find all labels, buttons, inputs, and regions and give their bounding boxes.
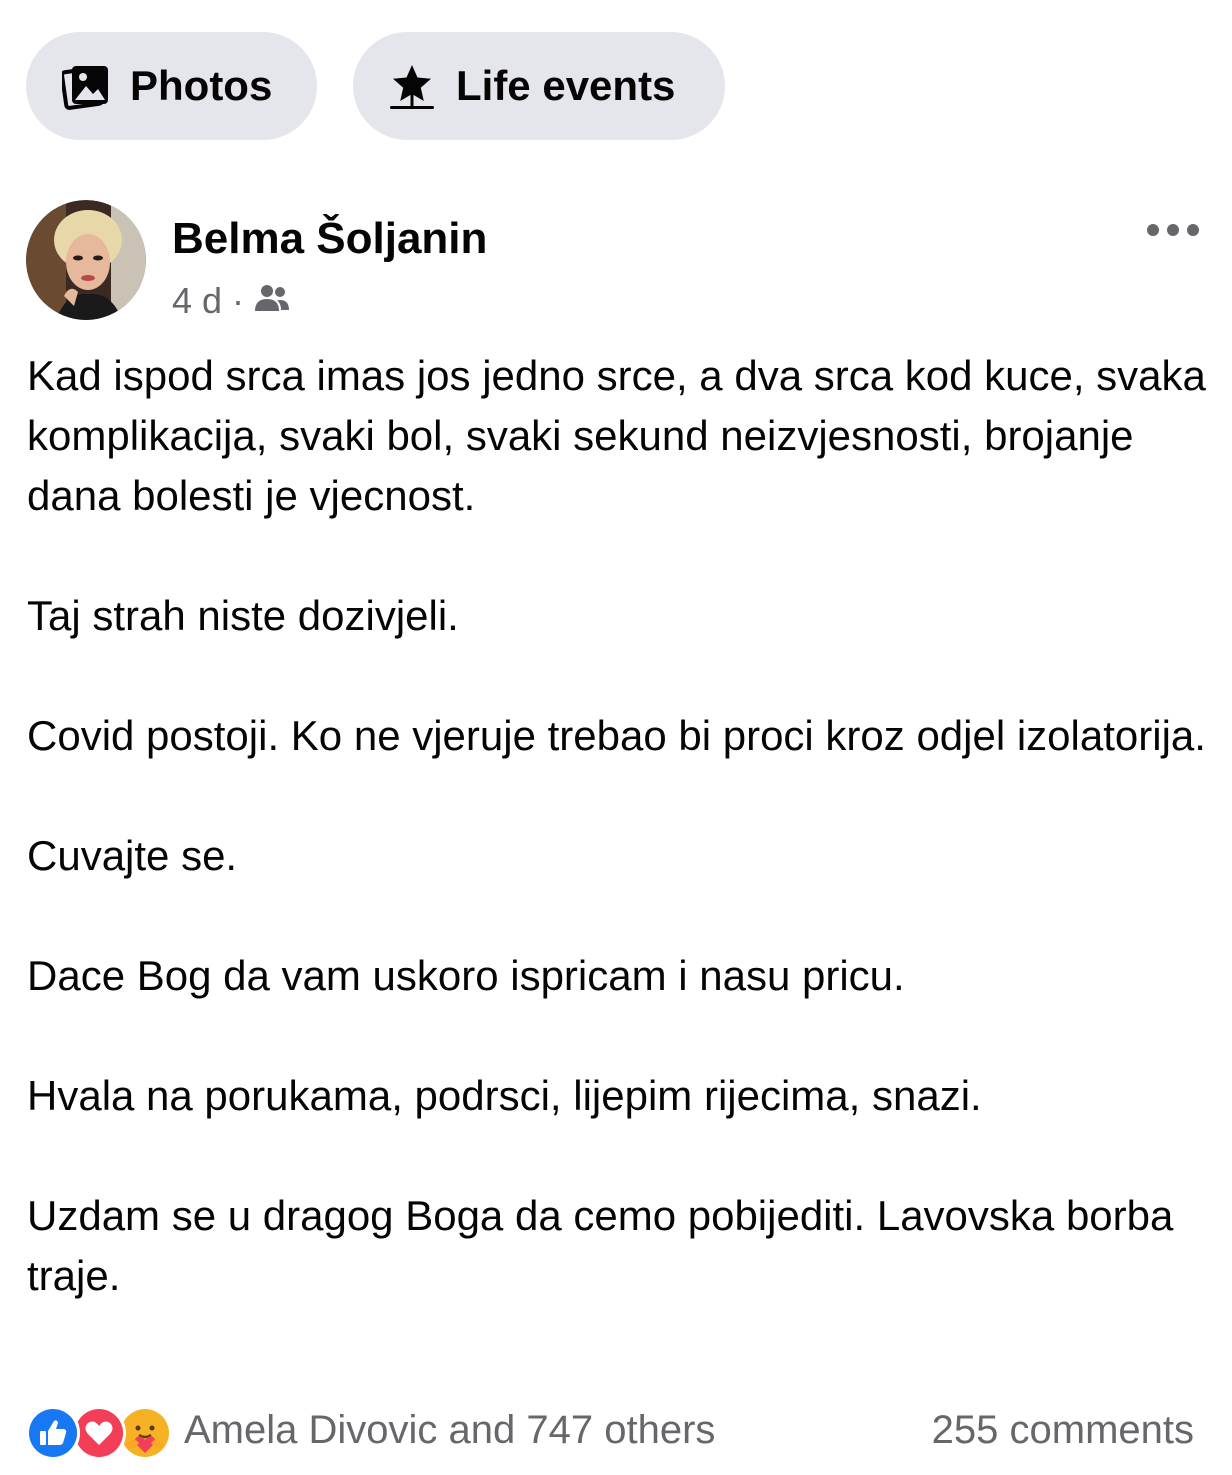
post-paragraph: Dace Bog da vam uskoro ispricam i nasu p… xyxy=(27,952,905,999)
like-icon xyxy=(26,1406,80,1460)
life-events-filter-label: Life events xyxy=(456,62,676,109)
comments-count-link[interactable]: 255 comments xyxy=(932,1404,1194,1456)
photos-filter-label: Photos xyxy=(130,62,273,109)
post-paragraph: Cuvajte se. xyxy=(27,832,238,879)
author-avatar[interactable] xyxy=(26,200,146,320)
post-paragraph: Covid postoji. Ko ne vjeruje trebao bi p… xyxy=(27,712,1206,759)
love-icon xyxy=(72,1406,126,1460)
post-paragraph: Taj strah niste dozivjeli. xyxy=(27,592,459,639)
star-icon xyxy=(388,62,436,110)
more-options-icon[interactable] xyxy=(1146,218,1200,242)
friends-icon[interactable] xyxy=(254,280,290,322)
post-paragraph: Hvala na porukama, podrsci, lijepim rije… xyxy=(27,1072,982,1119)
author-name[interactable]: Belma Šoljanin xyxy=(172,214,487,264)
life-events-filter-button[interactable]: Life events xyxy=(353,32,725,140)
post-paragraph: Kad ispod srca imas jos jedno srce, a dv… xyxy=(27,352,1206,519)
care-icon xyxy=(118,1406,172,1460)
reaction-icons xyxy=(26,1404,176,1460)
post-text: Kad ispod srca imas jos jedno srce, a dv… xyxy=(27,346,1207,1306)
reactions-text: Amela Divovic and 747 others xyxy=(184,1407,716,1452)
meta-separator: · xyxy=(232,280,245,321)
photos-filter-button[interactable]: Photos xyxy=(26,32,317,140)
post-paragraph: Uzdam se u dragog Boga da cemo pobijedit… xyxy=(27,1192,1174,1299)
post-time[interactable]: 4 d xyxy=(172,280,222,322)
post-meta: 4 d · xyxy=(172,280,290,322)
photos-icon xyxy=(60,62,110,110)
reactions-summary[interactable]: Amela Divovic and 747 others xyxy=(26,1404,716,1460)
